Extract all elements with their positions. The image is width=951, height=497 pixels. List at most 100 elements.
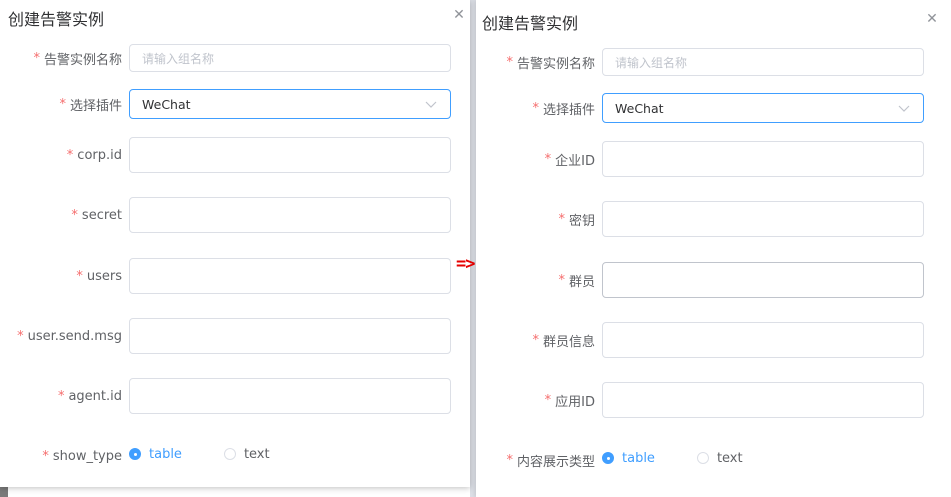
radio-dot xyxy=(129,448,141,460)
required-asterisk: * xyxy=(17,328,24,344)
radio-text[interactable]: text xyxy=(696,450,743,466)
required-asterisk: * xyxy=(57,388,65,404)
field-label: * secret xyxy=(0,197,122,233)
label-text: 选择插件 xyxy=(542,102,595,118)
label-text: 密钥 xyxy=(568,213,595,229)
instance-name-input[interactable]: 请输入组名称 xyxy=(602,48,924,76)
user-send-msg-input[interactable] xyxy=(129,318,451,354)
form-row-user-send-msg: * user.send.msg xyxy=(0,318,470,354)
radio-label: table xyxy=(622,450,655,466)
form-row-secret: * secret xyxy=(0,197,470,233)
form-row-content-display-type: * 内容展示类型 table text xyxy=(476,442,951,478)
label-text: agent.id xyxy=(68,388,122,404)
chevron-down-icon xyxy=(897,101,911,115)
label-text: 告警实例名称 xyxy=(516,56,595,72)
required-asterisk: * xyxy=(59,96,66,112)
form-row-enterprise-id: * 企业ID xyxy=(476,141,951,177)
field-label: * user.send.msg xyxy=(0,318,122,354)
form-row-name: * 告警实例名称 请输入组名称 xyxy=(0,40,470,76)
comparison-stage: 创建告警实例 ✕ * 告警实例名称 请输入组名称 * 选择插件 WeChat *… xyxy=(0,0,951,497)
radio-dot xyxy=(602,452,614,464)
users-input[interactable] xyxy=(129,258,451,294)
label-text: 内容展示类型 xyxy=(516,454,595,470)
agent-id-input[interactable] xyxy=(129,378,451,414)
label-text: 群员 xyxy=(568,274,595,290)
radio-table[interactable]: table xyxy=(602,451,655,466)
radio-label: text xyxy=(243,446,270,462)
enterprise-id-input[interactable] xyxy=(602,141,924,177)
radio-text[interactable]: text xyxy=(223,446,270,462)
dialog-title: 创建告警实例 xyxy=(482,14,579,33)
label-text: users xyxy=(86,268,122,284)
required-asterisk: * xyxy=(76,268,83,284)
form-row-name: * 告警实例名称 请输入组名称 xyxy=(476,44,951,80)
required-asterisk: * xyxy=(558,211,565,227)
form-row-plugin: * 选择插件 WeChat xyxy=(0,86,470,122)
close-icon[interactable]: ✕ xyxy=(452,8,466,22)
field-label: * 告警实例名称 xyxy=(0,40,122,76)
required-asterisk: * xyxy=(42,448,49,464)
label-text: secret xyxy=(81,207,122,223)
secret-key-input[interactable] xyxy=(602,201,924,237)
left-dialog: 创建告警实例 ✕ * 告警实例名称 请输入组名称 * 选择插件 WeChat *… xyxy=(0,0,470,487)
field-label: * 企业ID xyxy=(476,141,595,177)
select-value: WeChat xyxy=(615,100,664,116)
form-row-secret-key: * 密钥 xyxy=(476,201,951,237)
input-placeholder: 请输入组名称 xyxy=(142,51,215,66)
field-label: * corp.id xyxy=(0,137,122,173)
field-label: * 选择插件 xyxy=(0,86,122,122)
required-asterisk: * xyxy=(532,100,539,116)
radio-dot xyxy=(223,448,236,460)
field-label: * show_type xyxy=(0,438,122,474)
field-label: * 群员信息 xyxy=(476,322,595,358)
label-text: show_type xyxy=(52,448,122,464)
required-asterisk: * xyxy=(71,207,78,223)
show-type-radio-group: table text xyxy=(129,436,270,472)
plugin-select[interactable]: WeChat xyxy=(129,89,451,119)
field-label: * 应用ID xyxy=(476,382,595,418)
dialog-title: 创建告警实例 xyxy=(8,10,105,29)
label-text: 应用ID xyxy=(555,394,595,410)
arrow-indicator: => xyxy=(456,254,476,274)
field-label: * users xyxy=(0,258,122,294)
required-asterisk: * xyxy=(558,272,565,288)
corp-id-input[interactable] xyxy=(129,137,451,173)
required-asterisk: * xyxy=(532,332,539,348)
field-label: * 告警实例名称 xyxy=(476,44,595,80)
radio-dot xyxy=(696,452,709,464)
label-text: 群员信息 xyxy=(542,334,595,350)
label-text: 企业ID xyxy=(555,153,595,169)
input-placeholder: 请输入组名称 xyxy=(615,55,688,70)
members-input[interactable] xyxy=(602,262,924,298)
select-value: WeChat xyxy=(142,96,191,112)
secret-input[interactable] xyxy=(129,197,451,233)
member-info-input[interactable] xyxy=(602,322,924,358)
radio-table[interactable]: table xyxy=(129,447,182,462)
form-row-show-type: * show_type table text xyxy=(0,438,470,474)
required-asterisk: * xyxy=(506,54,513,70)
form-row-members: * 群员 xyxy=(476,262,951,298)
form-row-users: * users xyxy=(0,258,470,294)
app-id-input[interactable] xyxy=(602,382,924,418)
form-row-agent-id: * agent.id xyxy=(0,378,470,414)
field-label: * agent.id xyxy=(0,378,122,414)
instance-name-input[interactable]: 请输入组名称 xyxy=(129,44,451,72)
plugin-select[interactable]: WeChat xyxy=(602,93,924,123)
chevron-down-icon xyxy=(424,97,438,111)
radio-label: table xyxy=(149,446,182,462)
form-row-corp-id: * corp.id xyxy=(0,137,470,173)
field-label: * 内容展示类型 xyxy=(476,442,595,478)
radio-label: text xyxy=(716,450,743,466)
required-asterisk: * xyxy=(66,147,74,163)
field-label: * 选择插件 xyxy=(476,90,595,126)
right-dialog: 创建告警实例 ✕ * 告警实例名称 请输入组名称 * 选择插件 WeChat *… xyxy=(476,0,951,497)
content-display-type-radio-group: table text xyxy=(602,440,743,476)
label-text: user.send.msg xyxy=(27,328,122,344)
close-icon[interactable]: ✕ xyxy=(925,12,939,26)
required-asterisk: * xyxy=(544,151,552,167)
field-label: * 群员 xyxy=(476,262,595,298)
form-row-member-info: * 群员信息 xyxy=(476,322,951,358)
required-asterisk: * xyxy=(506,452,513,468)
required-asterisk: * xyxy=(544,392,552,408)
label-text: 告警实例名称 xyxy=(43,52,122,68)
